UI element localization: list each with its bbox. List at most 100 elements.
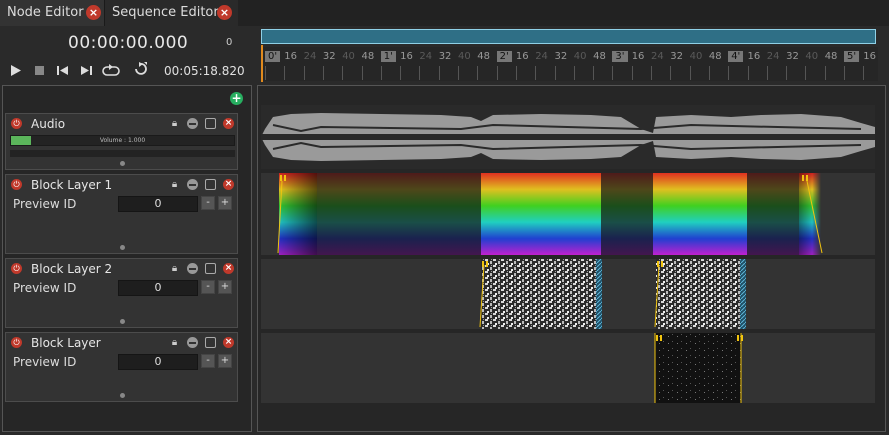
preview-id-label: Preview ID [13,197,77,211]
increment-button[interactable]: + [218,196,232,210]
square-icon[interactable] [205,263,216,274]
add-layer-button[interactable]: + [230,92,243,105]
preview-id-label: Preview ID [13,281,77,295]
clip-marker[interactable] [737,335,739,341]
volume-slider[interactable]: Volume : 1.000 [10,135,235,146]
lock-icon[interactable]: 🔒︎ [169,337,180,348]
ruler-tick-label: 24 [535,51,548,62]
ruler-tick [824,66,826,80]
tab-node-editor[interactable]: Node Editor × [0,0,105,26]
ruler-tick [612,66,614,80]
ruler-tick [342,66,344,80]
power-icon[interactable]: ⏻ [11,118,22,129]
skip-back-icon[interactable] [56,64,69,77]
power-icon[interactable]: ⏻ [11,337,22,348]
secondary-slider[interactable] [10,150,235,157]
ruler-tick-label: 40 [573,51,587,62]
clip-marker[interactable] [657,261,659,267]
stop-icon[interactable] [33,64,46,77]
increment-button[interactable]: + [218,354,232,368]
clip-marker[interactable] [656,335,658,341]
tab-label: Node Editor [7,5,84,20]
ruler-tick [786,66,788,80]
loop-icon[interactable] [101,64,121,77]
ruler-tick-label: 48 [361,51,375,62]
close-icon[interactable]: × [223,337,234,348]
block-track-3[interactable] [261,333,875,403]
close-icon[interactable]: × [223,263,234,274]
preview-id-input[interactable]: 0 [118,280,198,296]
close-icon[interactable]: × [86,5,101,20]
decrement-button[interactable]: - [201,196,215,210]
ruler-tick-label: 0' [265,51,281,62]
increment-button[interactable]: + [218,280,232,294]
ruler-tick [670,66,672,80]
layer-block-2[interactable]: ⏻ Block Layer 2 🔒︎ × Preview ID 0 - + [5,258,238,328]
timeline-overview-bar[interactable] [261,29,876,44]
lock-icon[interactable]: 🔒︎ [169,118,180,129]
block-track-2[interactable] [261,259,875,329]
skip-forward-icon[interactable] [80,64,93,77]
square-icon[interactable] [205,337,216,348]
close-icon[interactable]: × [217,5,232,20]
tab-bar: Node Editor × Sequence Editor × [0,0,889,26]
close-icon[interactable]: × [223,179,234,190]
square-icon[interactable] [205,118,216,129]
ruler-tick-label: 40 [342,51,355,62]
play-icon[interactable] [9,64,22,77]
audio-track[interactable] [261,105,875,169]
ruler-tick-label: 3' [612,51,628,62]
tab-sequence-editor[interactable]: Sequence Editor × [105,0,238,26]
preview-id-label: Preview ID [13,355,77,369]
playhead[interactable] [261,45,263,82]
square-icon[interactable] [205,179,216,190]
decrement-button[interactable]: - [201,280,215,294]
resize-handle[interactable] [120,319,125,324]
ruler-tick [265,66,266,80]
clip-marker[interactable] [660,335,662,341]
ruler-tick-label: 16 [515,51,529,62]
minus-icon[interactable] [187,118,198,129]
ruler-tick-label: 40 [458,51,471,62]
block-track-1[interactable] [261,173,875,255]
clip-marker[interactable] [482,261,484,267]
ruler-tick [284,66,286,80]
timecode-display: 00:00:00.000 [68,33,189,53]
ruler-tick-label: 32 [786,51,799,62]
preview-id-input[interactable]: 0 [118,354,198,370]
lock-icon[interactable]: 🔒︎ [169,263,180,274]
clip-marker[interactable] [741,335,743,341]
resize-handle[interactable] [120,245,125,250]
ruler-tick [438,66,440,80]
resize-handle[interactable] [120,393,125,398]
minus-icon[interactable] [187,179,198,190]
power-icon[interactable]: ⏻ [11,263,22,274]
ruler-tick-label: 48 [593,51,606,62]
resize-handle[interactable] [120,161,125,166]
tab-label: Sequence Editor [112,5,219,20]
layer-block-1[interactable]: ⏻ Block Layer 1 🔒︎ × Preview ID 0 - + [5,174,238,254]
clip-marker[interactable] [661,261,663,267]
time-ruler[interactable]: 0' 16 24 32 40 48 1' 16 24 32 40 48 2' 16 24 32 40 48 3' 16… [261,47,878,81]
ruler-tick-label: 24 [651,51,664,62]
ruler-tick-label: 5' [844,51,860,62]
ruler-tick [535,66,537,80]
minus-icon[interactable] [187,263,198,274]
clip-marker[interactable] [486,261,488,267]
sync-icon[interactable] [133,62,148,77]
ruler-tick [554,66,556,80]
ruler-tick-label: 40 [805,51,819,62]
decrement-button[interactable]: - [201,354,215,368]
ruler-tick-label: 16 [631,51,645,62]
volume-label: Volume : 1.000 [99,137,146,144]
close-icon[interactable]: × [223,118,234,129]
noise-clips [479,259,746,329]
preview-id-input[interactable]: 0 [118,196,198,212]
power-icon[interactable]: ⏻ [11,179,22,190]
layer-block-3[interactable]: ⏻ Block Layer 🔒︎ × Preview ID 0 - + [5,332,238,402]
lock-icon[interactable]: 🔒︎ [169,179,180,190]
layer-audio[interactable]: ⏻ Audio 🔒︎ × Volume : 1.000 [5,113,238,170]
ruler-tick-label: 48 [708,51,722,62]
minus-icon[interactable] [187,337,198,348]
ruler-tick [400,66,402,80]
